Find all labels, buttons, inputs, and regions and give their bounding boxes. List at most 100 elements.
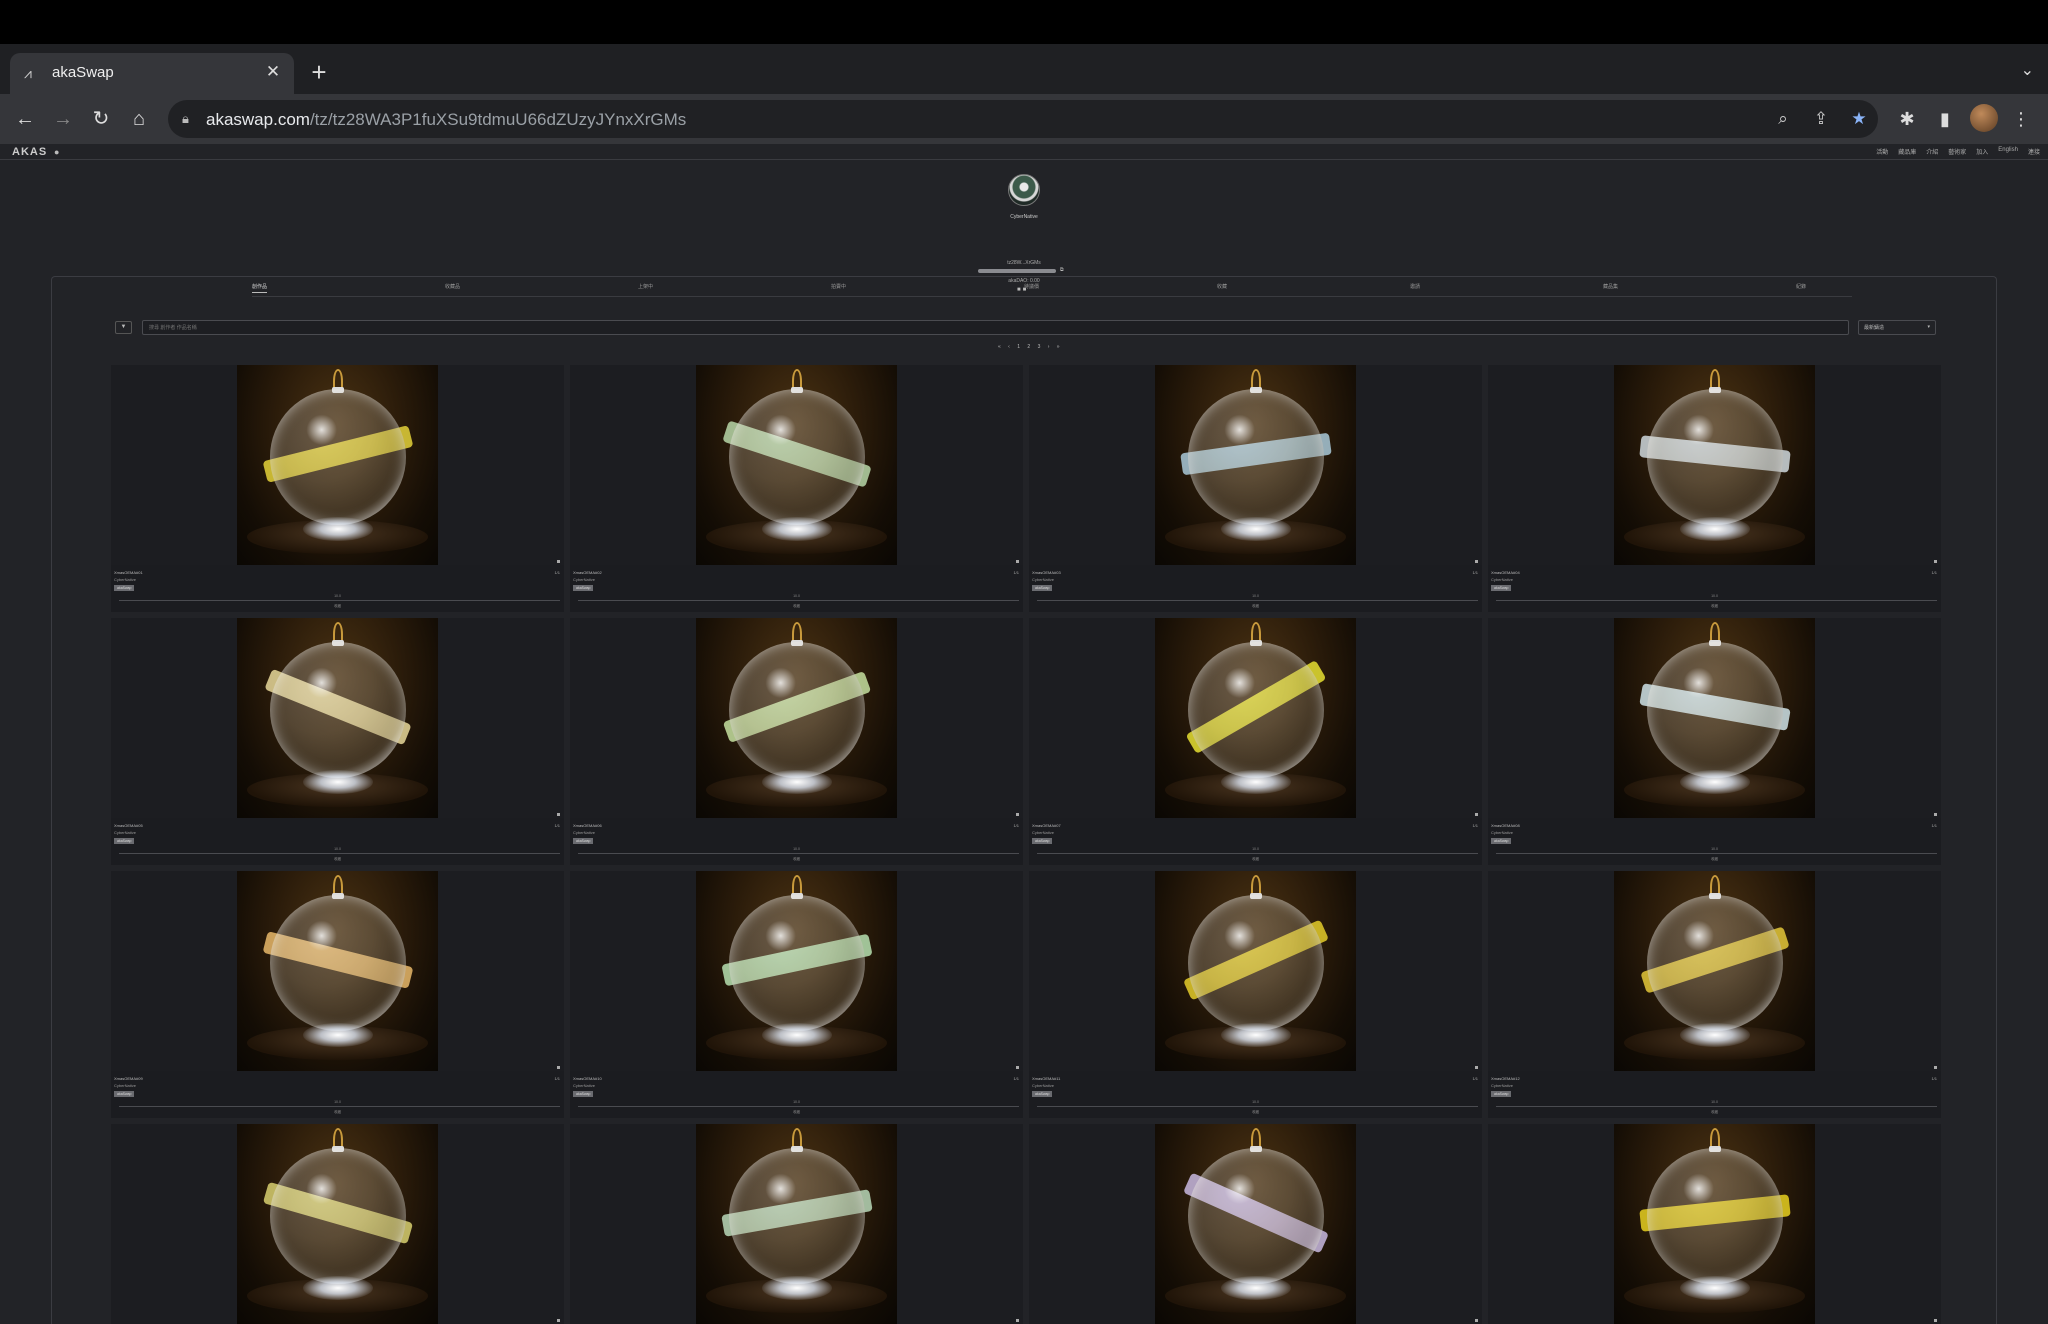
token-creator[interactable]: CyberNative xyxy=(573,577,595,582)
expand-icon[interactable] xyxy=(557,560,560,563)
token-creator[interactable]: CyberNative xyxy=(114,1083,136,1088)
bookmark-star-icon[interactable]: ★ xyxy=(1848,108,1870,130)
expand-icon[interactable] xyxy=(1016,560,1019,563)
expand-icon[interactable] xyxy=(1934,1066,1937,1069)
token-title[interactable]: XmasOEMA#10 xyxy=(573,1076,602,1081)
token-title[interactable]: XmasOEMA#03 xyxy=(1032,570,1061,575)
token-card[interactable]: XmasOEMA#15 1/1 CyberNative akaSwap 10.0… xyxy=(1029,1124,1482,1324)
nav-link[interactable]: English xyxy=(1998,147,2018,156)
token-card[interactable]: XmasOEMA#12 1/1 CyberNative akaSwap 10.0… xyxy=(1488,871,1941,1118)
token-title[interactable]: XmasOEMA#08 xyxy=(1491,823,1520,828)
sort-select[interactable]: 最新鑄造 ▾ xyxy=(1858,320,1936,335)
token-card[interactable]: XmasOEMA#13 1/1 CyberNative akaSwap 10.0… xyxy=(111,1124,564,1324)
filter-funnel-icon[interactable]: ▼ xyxy=(115,321,132,334)
tab-invitations[interactable]: 邀請 xyxy=(1410,283,1420,292)
nav-link[interactable]: 連接 xyxy=(2028,147,2040,156)
share-icon[interactable]: ⇪ xyxy=(1810,108,1832,130)
expand-icon[interactable] xyxy=(557,1066,560,1069)
token-thumbnail-area[interactable] xyxy=(111,871,564,1071)
collect-status[interactable]: 收藏 xyxy=(111,857,564,862)
expand-icon[interactable] xyxy=(1475,813,1478,816)
forward-arrow-icon[interactable]: → xyxy=(50,106,76,132)
address-bar[interactable]: 🔒︎ akaswap.com/tz/tz28WA3P1fuXSu9tdmuU66… xyxy=(168,100,1878,138)
nav-link[interactable]: 藝術家 xyxy=(1948,147,1966,156)
close-tab-icon[interactable]: ✕ xyxy=(262,61,284,83)
token-creator[interactable]: CyberNative xyxy=(1491,577,1513,582)
tab-creations[interactable]: 創作品 xyxy=(252,283,268,293)
copy-icon[interactable]: ⧉ xyxy=(1060,267,1064,273)
tab-search-chevron-icon[interactable]: ⌄ xyxy=(2021,60,2034,80)
token-thumbnail-area[interactable] xyxy=(570,871,1023,1071)
back-arrow-icon[interactable]: ← xyxy=(12,106,38,132)
tab-albums[interactable]: 藏品集 xyxy=(1603,283,1618,292)
token-title[interactable]: XmasOEMA#04 xyxy=(1491,570,1520,575)
token-thumbnail-area[interactable] xyxy=(1029,1124,1482,1324)
collect-status[interactable]: 收藏 xyxy=(1488,857,1941,862)
expand-icon[interactable] xyxy=(1934,813,1937,816)
expand-icon[interactable] xyxy=(1475,1319,1478,1322)
token-creator[interactable]: CyberNative xyxy=(114,577,136,582)
collect-status[interactable]: 收藏 xyxy=(111,604,564,609)
token-thumbnail-area[interactable] xyxy=(1488,871,1941,1071)
token-creator[interactable]: CyberNative xyxy=(1032,830,1054,835)
site-logo[interactable]: AKAS xyxy=(12,146,47,158)
tab-listed[interactable]: 上架中 xyxy=(638,283,653,292)
token-card[interactable]: XmasOEMA#10 1/1 CyberNative akaSwap 10.0… xyxy=(570,871,1023,1118)
token-card[interactable]: XmasOEMA#07 1/1 CyberNative akaSwap 10.0… xyxy=(1029,618,1482,865)
pagination[interactable]: « ‹ 1 2 3 › » xyxy=(998,344,1063,350)
token-title[interactable]: XmasOEMA#09 xyxy=(114,1076,143,1081)
token-card[interactable]: XmasOEMA#11 1/1 CyberNative akaSwap 10.0… xyxy=(1029,871,1482,1118)
token-title[interactable]: XmasOEMA#06 xyxy=(573,823,602,828)
tab-offers[interactable]: 待議價 xyxy=(1024,283,1039,292)
tab-history[interactable]: 紀錄 xyxy=(1796,283,1806,292)
token-card[interactable]: XmasOEMA#09 1/1 CyberNative akaSwap 10.0… xyxy=(111,871,564,1118)
token-title[interactable]: XmasOEMA#05 xyxy=(114,823,143,828)
token-thumbnail-area[interactable] xyxy=(111,365,564,565)
token-creator[interactable]: CyberNative xyxy=(1032,577,1054,582)
token-thumbnail-area[interactable] xyxy=(1029,365,1482,565)
token-card[interactable]: XmasOEMA#08 1/1 CyberNative akaSwap 10.0… xyxy=(1488,618,1941,865)
profile-avatar[interactable] xyxy=(1970,104,1998,132)
search-input[interactable] xyxy=(142,320,1849,335)
token-card[interactable]: XmasOEMA#14 1/1 CyberNative akaSwap 10.0… xyxy=(570,1124,1023,1324)
token-thumbnail-area[interactable] xyxy=(1029,618,1482,818)
token-thumbnail-area[interactable] xyxy=(570,1124,1023,1324)
collect-status[interactable]: 收藏 xyxy=(570,857,1023,862)
nav-link[interactable]: 藏品庫 xyxy=(1898,147,1916,156)
token-title[interactable]: XmasOEMA#02 xyxy=(573,570,602,575)
expand-icon[interactable] xyxy=(1475,560,1478,563)
collect-status[interactable]: 收藏 xyxy=(1029,604,1482,609)
token-creator[interactable]: CyberNative xyxy=(1032,1083,1054,1088)
token-thumbnail-area[interactable] xyxy=(1029,871,1482,1071)
token-card[interactable]: XmasOEMA#06 1/1 CyberNative akaSwap 10.0… xyxy=(570,618,1023,865)
token-card[interactable]: XmasOEMA#04 1/1 CyberNative akaSwap 10.0… xyxy=(1488,365,1941,612)
token-title[interactable]: XmasOEMA#12 xyxy=(1491,1076,1520,1081)
token-thumbnail-area[interactable] xyxy=(111,618,564,818)
expand-icon[interactable] xyxy=(1016,1066,1019,1069)
token-card[interactable]: XmasOEMA#16 1/1 CyberNative akaSwap 10.0… xyxy=(1488,1124,1941,1324)
token-thumbnail-area[interactable] xyxy=(1488,1124,1941,1324)
expand-icon[interactable] xyxy=(1934,560,1937,563)
token-thumbnail-area[interactable] xyxy=(570,618,1023,818)
collect-status[interactable]: 收藏 xyxy=(111,1110,564,1115)
token-card[interactable]: XmasOEMA#05 1/1 CyberNative akaSwap 10.0… xyxy=(111,618,564,865)
token-creator[interactable]: CyberNative xyxy=(1491,830,1513,835)
kebab-menu-icon[interactable]: ⋮ xyxy=(2008,106,2034,132)
token-creator[interactable]: CyberNative xyxy=(1491,1083,1513,1088)
token-card[interactable]: XmasOEMA#02 1/1 CyberNative akaSwap 10.0… xyxy=(570,365,1023,612)
side-panel-icon[interactable]: ▮ xyxy=(1932,106,1958,132)
collect-status[interactable]: 收藏 xyxy=(570,1110,1023,1115)
collect-status[interactable]: 收藏 xyxy=(1029,857,1482,862)
token-thumbnail-area[interactable] xyxy=(570,365,1023,565)
expand-icon[interactable] xyxy=(1475,1066,1478,1069)
nav-link[interactable]: 加入 xyxy=(1976,147,1988,156)
collect-status[interactable]: 收藏 xyxy=(1488,1110,1941,1115)
expand-icon[interactable] xyxy=(557,813,560,816)
extensions-puzzle-icon[interactable]: ✱ xyxy=(1894,106,1920,132)
nav-link[interactable]: 介紹 xyxy=(1926,147,1938,156)
token-creator[interactable]: CyberNative xyxy=(573,830,595,835)
token-card[interactable]: XmasOEMA#03 1/1 CyberNative akaSwap 10.0… xyxy=(1029,365,1482,612)
token-creator[interactable]: CyberNative xyxy=(573,1083,595,1088)
tab-favorites[interactable]: 收藏 xyxy=(1217,283,1227,292)
token-title[interactable]: XmasOEMA#11 xyxy=(1032,1076,1060,1081)
